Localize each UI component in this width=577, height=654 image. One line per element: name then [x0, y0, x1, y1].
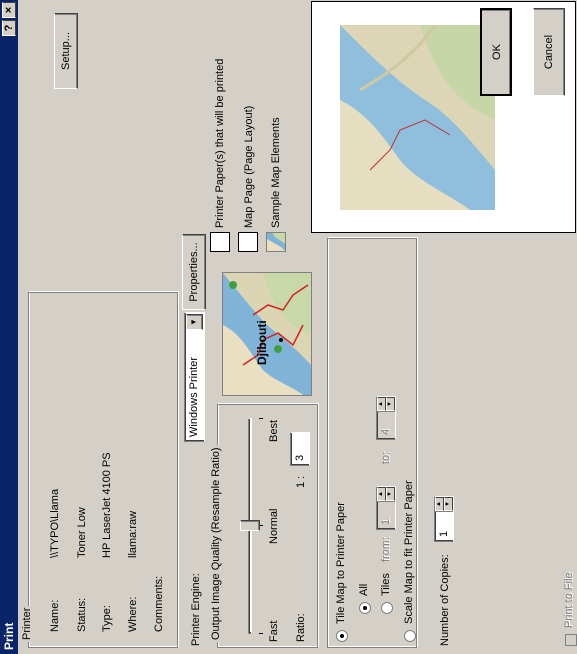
properties-button[interactable]: Properties...	[182, 234, 206, 310]
window-title: Print	[2, 622, 16, 650]
printer-status: Toner Low	[76, 507, 88, 558]
quality-best-label: Best	[268, 419, 280, 442]
title-bar: Print ? ×	[0, 0, 18, 654]
tick-mark	[259, 633, 263, 634]
type-label: Type:	[101, 605, 113, 632]
chevron-down-icon[interactable]: ▼	[186, 314, 203, 330]
copies-input[interactable]: 1 ▲ ▼	[434, 496, 454, 542]
tiles-from-input[interactable]: 1 ▲ ▼	[376, 486, 396, 530]
preview-map-label: Djibouti	[255, 320, 269, 365]
legend-map-page-swatch	[238, 232, 258, 252]
print-to-file-label: Print to File	[563, 572, 575, 628]
scale-map-label: Scale Map to fit Printer Paper	[403, 480, 415, 624]
scale-map-radio[interactable]	[404, 630, 416, 642]
setup-button-label: Setup...	[60, 32, 72, 70]
copies-value: 1	[438, 530, 450, 537]
printer-engine-label: Printer Engine:	[190, 573, 202, 646]
help-icon[interactable]: ?	[2, 20, 16, 36]
ok-button[interactable]: OK	[480, 8, 512, 96]
quality-normal-label: Normal	[268, 508, 280, 544]
properties-button-label: Properties...	[188, 242, 200, 302]
ratio-prefix: 1 :	[295, 475, 307, 488]
legend-paper-label: Printer Paper(s) that will be printed	[214, 58, 226, 228]
tiles-range-radio[interactable]	[381, 602, 393, 614]
legend-sample-swatch	[266, 232, 286, 252]
page-preview-map-image	[340, 25, 495, 210]
sample-map-icon	[267, 232, 286, 251]
print-dialog: Print ? × Printer Name: \\TYPO\Llama Sta…	[0, 0, 577, 654]
print-to-file-checkbox[interactable]	[565, 634, 577, 646]
status-label: Status:	[76, 597, 88, 632]
spin-up-icon[interactable]: ▲	[435, 497, 444, 511]
printer-engine-select[interactable]: Windows Printer ▼	[184, 312, 205, 442]
comments-label: Comments:	[153, 575, 165, 632]
tile-map-radio[interactable]	[336, 630, 348, 642]
legend-map-page-label: Map Page (Page Layout)	[243, 105, 255, 228]
cancel-button[interactable]: Cancel	[533, 8, 565, 96]
cancel-button-label: Cancel	[543, 34, 555, 70]
page-preview-map	[340, 25, 495, 210]
preview-map: Djibouti	[222, 272, 312, 396]
spin-down-icon[interactable]: ▼	[444, 497, 453, 511]
spin-down-icon[interactable]: ▼	[386, 397, 395, 411]
setup-button[interactable]: Setup...	[54, 13, 78, 89]
quality-slider[interactable]	[240, 418, 263, 634]
printer-group-label: Printer	[21, 605, 33, 642]
tiles-all-radio[interactable]	[359, 602, 371, 614]
ratio-label: Ratio:	[295, 613, 307, 642]
copies-label: Number of Copies:	[439, 554, 451, 646]
tick-mark	[259, 418, 263, 419]
quality-group-label: Output Image Quality (Resample Ratio)	[210, 445, 222, 642]
tile-map-label: Tile Map to Printer Paper	[335, 502, 347, 624]
printer-where: llama:raw	[127, 510, 139, 558]
name-label: Name:	[49, 599, 61, 632]
spin-down-icon[interactable]: ▼	[386, 487, 395, 501]
legend-paper-swatch	[210, 232, 230, 252]
quality-fast-label: Fast	[268, 620, 280, 642]
printer-name: \\TYPO\Llama	[49, 488, 61, 558]
tiles-to-input[interactable]: 4 ▲ ▼	[376, 396, 396, 440]
tiles-to-spinner[interactable]: ▲ ▼	[377, 397, 395, 412]
printer-engine-value: Windows Printer	[188, 356, 200, 437]
tiles-to-label: to:	[380, 451, 392, 464]
tiles-from-label: from:	[380, 536, 392, 562]
tiles-range-label: Tiles	[380, 573, 392, 596]
ratio-input[interactable]: 3	[290, 432, 310, 466]
tiles-to-value: 4	[380, 428, 392, 435]
spin-up-icon[interactable]: ▲	[377, 397, 386, 411]
where-label: Where:	[127, 596, 139, 632]
tiles-from-value: 1	[380, 518, 392, 525]
copies-spinner[interactable]: ▲ ▼	[435, 497, 453, 512]
ok-button-label: OK	[491, 44, 503, 60]
spin-up-icon[interactable]: ▲	[377, 487, 386, 501]
close-icon[interactable]: ×	[2, 2, 16, 18]
slider-thumb[interactable]	[240, 520, 260, 532]
legend-sample-label: Sample Map Elements	[270, 117, 282, 228]
printer-type: HP LaserJet 4100 PS	[101, 452, 113, 558]
tiles-from-spinner[interactable]: ▲ ▼	[377, 487, 395, 502]
ratio-value: 3	[294, 454, 306, 461]
tiles-all-label: All	[358, 583, 370, 596]
